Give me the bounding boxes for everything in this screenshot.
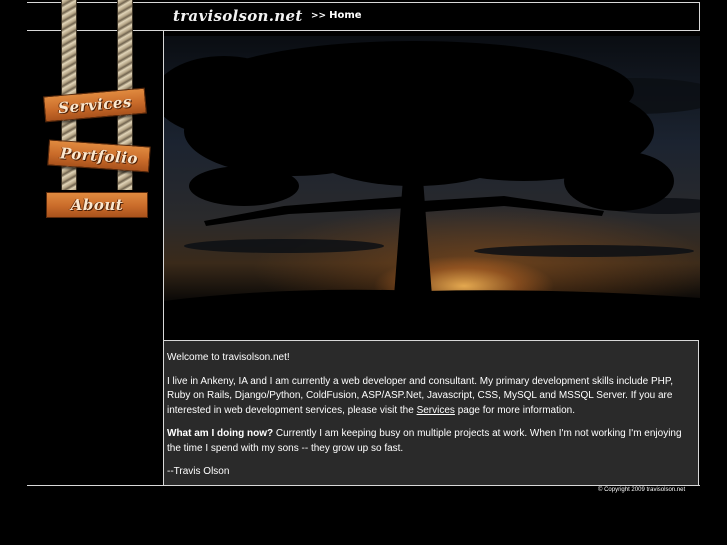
nav-about-button[interactable]: About [46, 192, 148, 218]
nav-portfolio-label: Portfolio [59, 144, 139, 168]
hero-sunset-image [164, 36, 700, 339]
intro-text-end: page for more information. [454, 404, 575, 416]
signature: --Travis Olson [167, 466, 230, 477]
nav-about-label: About [70, 196, 124, 214]
doing-paragraph: What am I doing now? Currently I am keep… [167, 427, 695, 456]
copyright-text: © Copyright 2009 travisolson.net [598, 487, 686, 493]
nav-services-label: Services [57, 92, 133, 118]
tree-silhouette [164, 41, 700, 339]
site-logo[interactable]: travisolson.net [173, 7, 303, 25]
services-link[interactable]: Services [417, 405, 455, 416]
doing-heading: What am I doing now? [167, 428, 274, 439]
welcome-content: Welcome to travisolson.net! I live in An… [164, 340, 699, 485]
breadcrumb-separator: >> [311, 11, 327, 21]
content-right-rule [699, 2, 700, 31]
breadcrumb: >> Home [311, 10, 362, 21]
intro-paragraph: I live in Ankeny, IA and I am currently … [167, 375, 695, 419]
welcome-text: Welcome to travisolson.net! [167, 352, 290, 363]
footer-rule [27, 485, 700, 486]
breadcrumb-current: Home [329, 10, 362, 21]
